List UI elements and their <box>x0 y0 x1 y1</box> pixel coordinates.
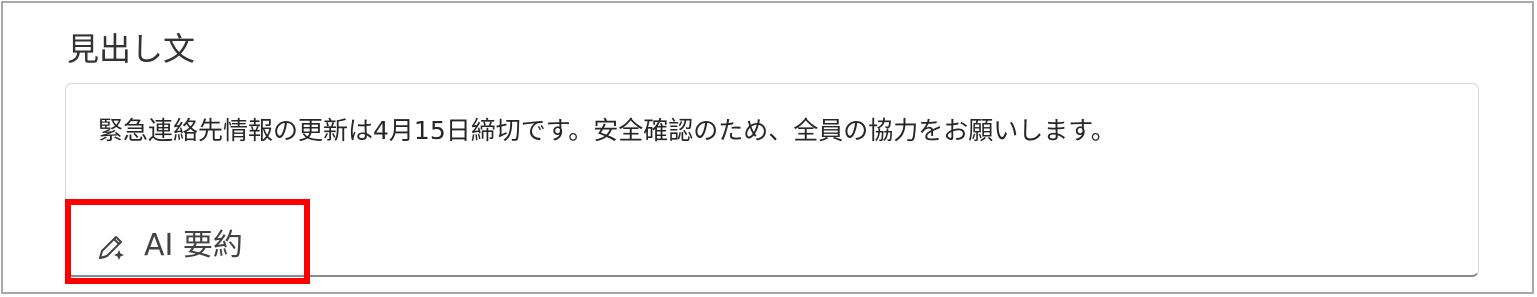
panel-frame: 見出し文 緊急連絡先情報の更新は4月15日締切です。安全確認のため、全員の協力を… <box>1 1 1534 294</box>
ai-summary-label: AI 要約 <box>144 228 243 263</box>
headline-textarea[interactable]: 緊急連絡先情報の更新は4月15日締切です。安全確認のため、全員の協力をお願いしま… <box>65 83 1479 277</box>
headline-textarea-value[interactable]: 緊急連絡先情報の更新は4月15日締切です。安全確認のため、全員の協力をお願いしま… <box>98 110 1458 152</box>
field-label: 見出し文 <box>67 30 196 68</box>
ai-summary-button[interactable]: AI 要約 <box>94 221 243 271</box>
pen-sparkle-icon <box>94 228 130 264</box>
